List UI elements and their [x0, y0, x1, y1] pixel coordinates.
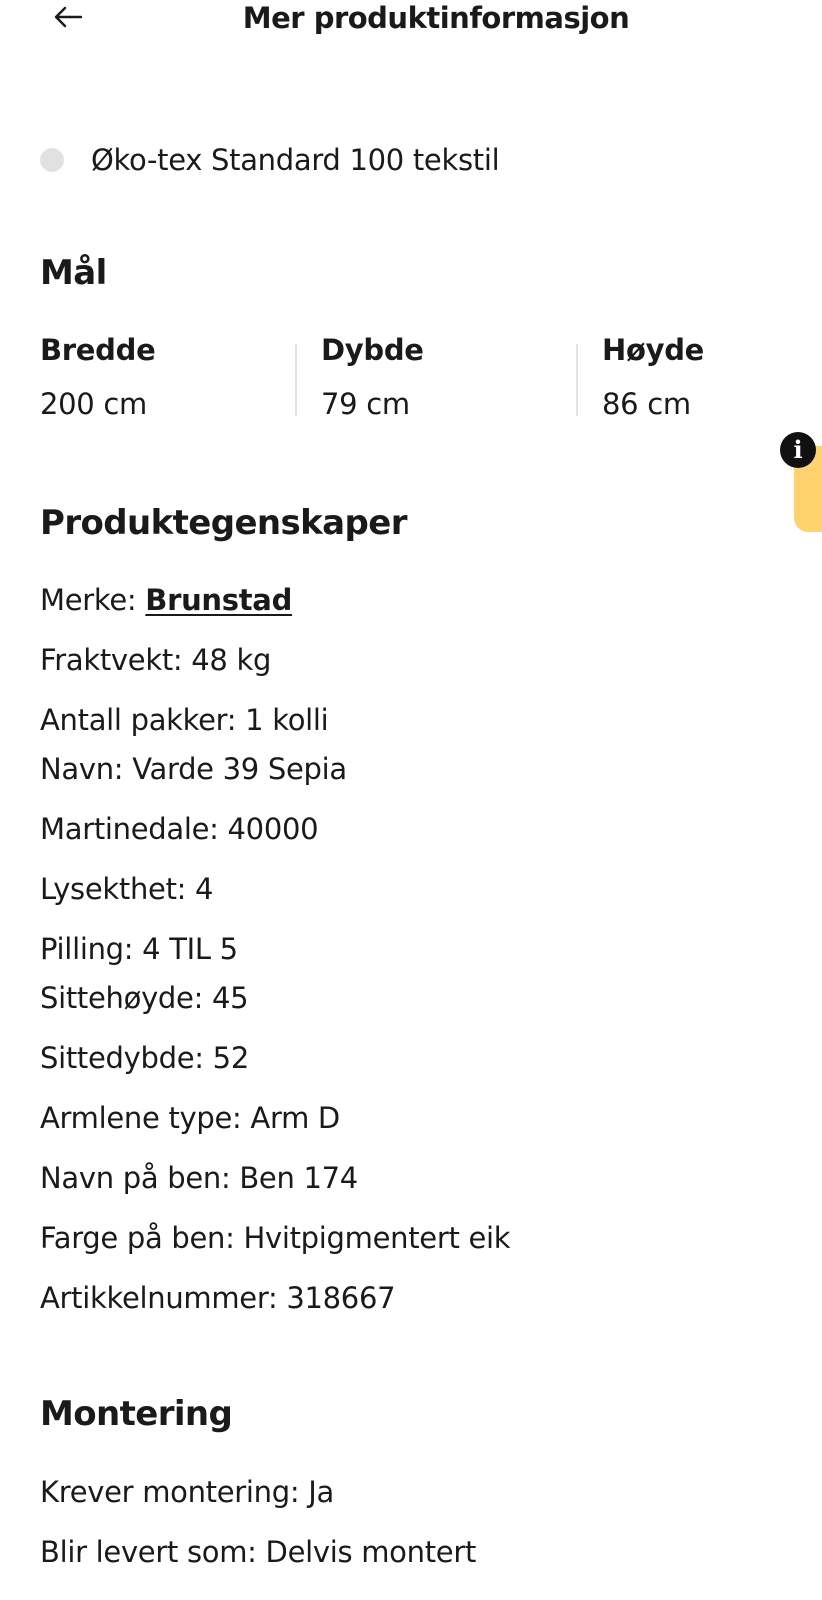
dimensions-table: Bredde 200 cm Dybde 79 cm Høyde 86 cm [40, 330, 822, 422]
property-brand: Merke: Brunstad [40, 580, 292, 620]
properties-heading: Produktegenskaper [40, 503, 407, 543]
page-title: Mer produktinformasjon [242, 1, 630, 35]
property-item: Navn: Varde 39 Sepia [40, 752, 347, 786]
dimension-height: Høyde 86 cm [602, 330, 704, 422]
property-item: Martinedale: 40000 [40, 812, 319, 846]
dimension-value: 86 cm [602, 387, 691, 421]
assembly-heading: Montering [40, 1394, 233, 1434]
property-item: Lysekthet: 4 [40, 872, 214, 906]
dimension-label: Høyde [602, 333, 705, 367]
product-info-page: Mer produktinformasjon Øko-tex Standard … [0, 0, 822, 1600]
certification-label: Øko-tex Standard 100 tekstil [91, 143, 500, 177]
certification-item: Øko-tex Standard 100 tekstil [40, 140, 500, 180]
dimension-label: Bredde [40, 333, 156, 367]
property-item: Sittehøyde: 45 [40, 981, 249, 1015]
property-item: Artikkelnummer: 318667 [40, 1281, 396, 1315]
dot-icon [40, 148, 64, 172]
info-icon[interactable]: i [780, 432, 816, 468]
brand-link[interactable]: Brunstad [145, 583, 292, 617]
header: Mer produktinformasjon [0, 0, 822, 40]
info-widget[interactable]: S i [780, 432, 822, 532]
property-item: Pilling: 4 TIL 5 [40, 932, 238, 966]
dimension-depth: Dybde 79 cm [321, 330, 424, 422]
property-item: Antall pakker: 1 kolli [40, 703, 329, 737]
property-item: Armlene type: Arm D [40, 1101, 340, 1135]
dimension-divider [295, 344, 297, 416]
brand-prefix: Merke: [40, 583, 146, 617]
property-item: Farge på ben: Hvitpigmentert eik [40, 1221, 511, 1255]
assembly-item: Blir levert som: Delvis montert [40, 1535, 477, 1569]
dimensions-heading: Mål [40, 253, 107, 293]
property-item: Fraktvekt: 48 kg [40, 643, 272, 677]
dimension-label: Dybde [321, 333, 424, 367]
dimension-value: 200 cm [40, 387, 147, 421]
property-item: Navn på ben: Ben 174 [40, 1161, 358, 1195]
dimension-width: Bredde 200 cm [40, 330, 156, 422]
dimension-value: 79 cm [321, 387, 410, 421]
dimension-divider [576, 344, 578, 416]
property-item: Sittedybde: 52 [40, 1041, 249, 1075]
assembly-item: Krever montering: Ja [40, 1475, 334, 1509]
